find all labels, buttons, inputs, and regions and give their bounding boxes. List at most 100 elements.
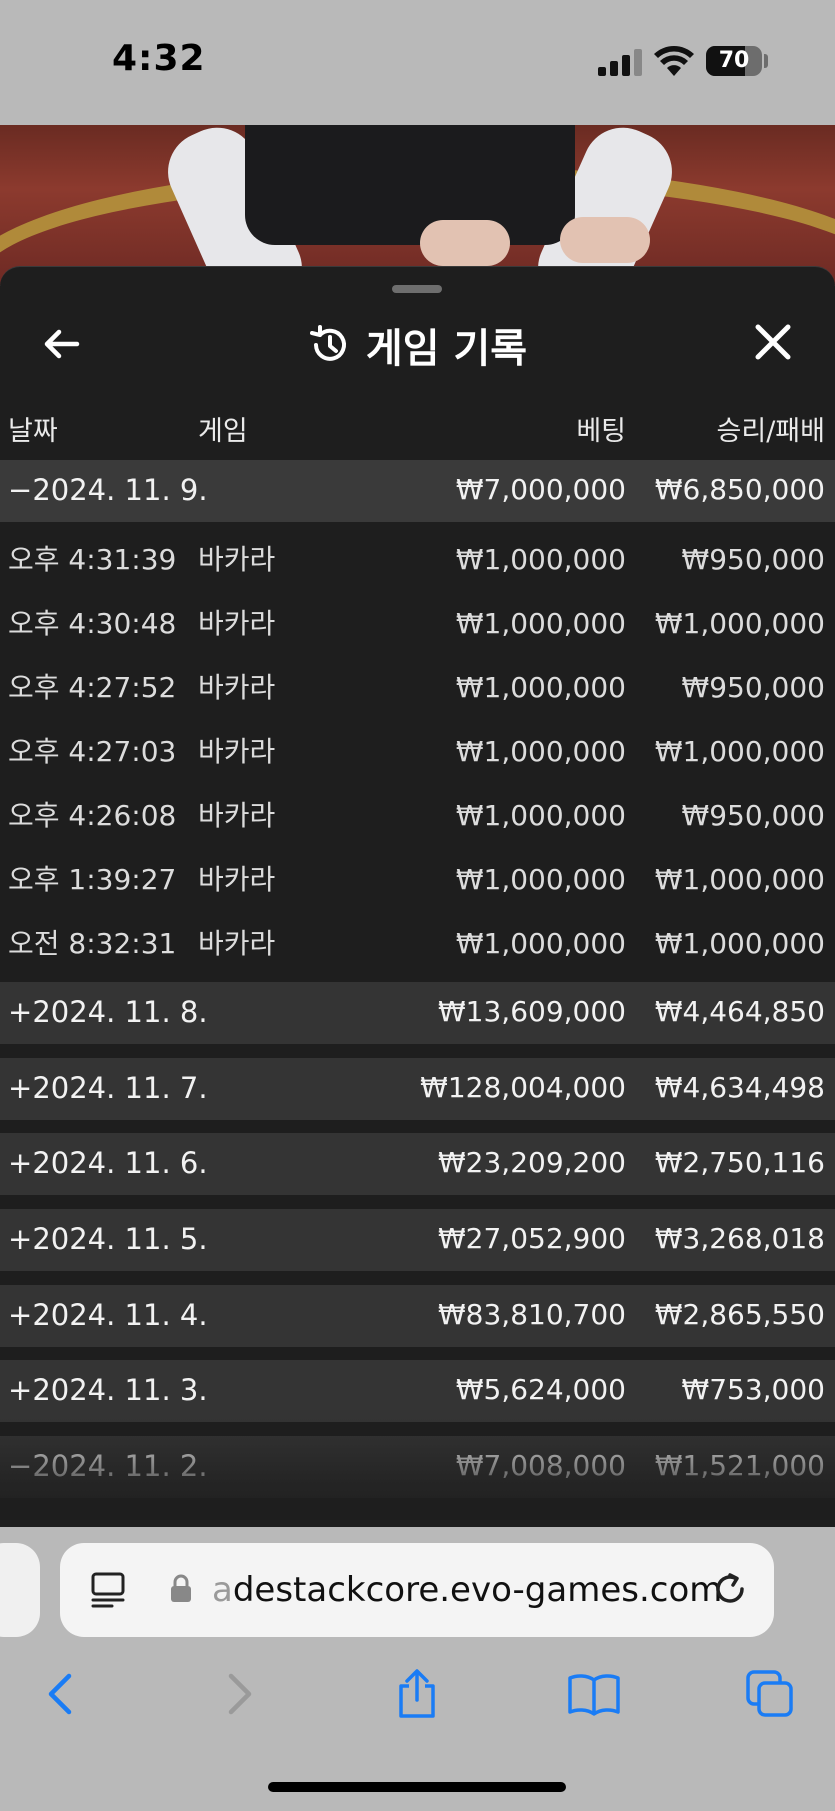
panel-title: 게임 기록 <box>365 326 528 372</box>
round-win: ₩950,000 <box>681 671 825 704</box>
round-game: 바카라 <box>198 543 276 576</box>
round-win: ₩950,000 <box>681 543 825 576</box>
date-group-row[interactable]: +2024. 11. 5. ₩27,052,900 ₩3,268,018 <box>0 1209 835 1271</box>
round-bet: ₩1,000,000 <box>455 799 626 832</box>
round-bet: ₩1,000,000 <box>455 735 626 768</box>
share-icon <box>399 1669 435 1718</box>
col-date: 날짜 <box>8 416 58 447</box>
date-group-label: −2024. 11. 2. <box>8 1449 208 1483</box>
table-row[interactable]: 오전 8:32:31 바카라 ₩1,000,000 ₩1,000,000 <box>0 914 835 974</box>
round-time: 오후 4:26:08 <box>8 799 177 832</box>
group-bet-total: ₩13,609,000 <box>437 995 626 1028</box>
round-game: 바카라 <box>198 607 276 640</box>
tabs-button[interactable] <box>740 1664 800 1724</box>
group-win-total: ₩753,000 <box>681 1373 825 1406</box>
round-time: 오후 4:31:39 <box>8 543 177 576</box>
round-bet: ₩1,000,000 <box>455 927 626 960</box>
round-game: 바카라 <box>198 671 276 704</box>
col-bet: 베팅 <box>576 416 626 447</box>
group-bet-total: ₩27,052,900 <box>437 1222 626 1255</box>
close-button[interactable] <box>748 317 798 367</box>
round-time: 오전 8:32:31 <box>8 927 177 960</box>
group-win-total: ₩4,634,498 <box>654 1071 825 1104</box>
round-time: 오후 4:30:48 <box>8 607 177 640</box>
table-row[interactable]: 오후 4:27:52 바카라 ₩1,000,000 ₩950,000 <box>0 658 835 718</box>
round-win: ₩1,000,000 <box>654 863 825 896</box>
live-video-feed <box>0 125 835 285</box>
round-time: 오후 1:39:27 <box>8 863 177 896</box>
round-game: 바카라 <box>198 799 276 832</box>
forward-nav-button[interactable] <box>210 1664 270 1724</box>
group-win-total: ₩1,521,000 <box>654 1449 825 1482</box>
previous-tab-preview[interactable] <box>0 1543 40 1637</box>
home-indicator <box>268 1782 566 1792</box>
round-bet: ₩1,000,000 <box>455 863 626 896</box>
wifi-icon <box>654 46 694 76</box>
round-game: 바카라 <box>198 735 276 768</box>
tabs-icon <box>746 1670 793 1717</box>
address-bar[interactable]: adestackcore.evo-games.com <box>60 1543 774 1637</box>
date-group-label: +2024. 11. 4. <box>8 1298 208 1332</box>
history-icon <box>309 325 346 361</box>
group-win-total: ₩3,268,018 <box>654 1222 825 1255</box>
round-win: ₩1,000,000 <box>654 607 825 640</box>
reload-icon[interactable] <box>710 1569 750 1609</box>
drag-handle[interactable] <box>392 285 442 293</box>
bookmarks-button[interactable] <box>564 1664 624 1724</box>
url-text[interactable]: adestackcore.evo-games.com <box>212 1543 722 1637</box>
status-bar: 4:32 70 <box>0 0 835 125</box>
table-row[interactable]: 오후 4:30:48 바카라 ₩1,000,000 ₩1,000,000 <box>0 594 835 654</box>
date-group-row[interactable]: +2024. 11. 4. ₩83,810,700 ₩2,865,550 <box>0 1285 835 1347</box>
table-row[interactable]: 오후 4:27:03 바카라 ₩1,000,000 ₩1,000,000 <box>0 722 835 782</box>
book-icon <box>568 1674 620 1716</box>
date-group-label: −2024. 11. 9. <box>8 473 208 507</box>
table-row[interactable]: 오후 4:31:39 바카라 ₩1,000,000 ₩950,000 <box>0 530 835 590</box>
group-bet-total: ₩83,810,700 <box>437 1298 626 1331</box>
close-icon <box>755 324 791 360</box>
reader-mode-icon[interactable] <box>90 1571 126 1609</box>
round-time: 오후 4:27:03 <box>8 735 177 768</box>
round-win: ₩1,000,000 <box>654 735 825 768</box>
date-group-label: +2024. 11. 6. <box>8 1146 208 1180</box>
table-row[interactable]: 오후 4:26:08 바카라 ₩1,000,000 ₩950,000 <box>0 786 835 846</box>
round-time: 오후 4:27:52 <box>8 671 177 704</box>
round-bet: ₩1,000,000 <box>455 671 626 704</box>
browser-toolbar <box>0 1650 835 1740</box>
date-group-row[interactable]: −2024. 11. 9. ₩7,000,000 ₩6,850,000 <box>0 460 835 522</box>
group-win-total: ₩4,464,850 <box>654 995 825 1028</box>
round-bet: ₩1,000,000 <box>455 543 626 576</box>
table-row[interactable]: 오후 1:39:27 바카라 ₩1,000,000 ₩1,000,000 <box>0 850 835 910</box>
date-group-row[interactable]: −2024. 11. 2. ₩7,008,000 ₩1,521,000 <box>0 1436 835 1498</box>
chevron-right-icon <box>228 1673 252 1715</box>
panel-header: 게임 기록 <box>0 315 835 375</box>
group-win-total: ₩2,750,116 <box>654 1146 825 1179</box>
date-group-row[interactable]: +2024. 11. 6. ₩23,209,200 ₩2,750,116 <box>0 1133 835 1195</box>
group-bet-total: ₩5,624,000 <box>455 1373 626 1406</box>
date-group-label: +2024. 11. 3. <box>8 1373 208 1407</box>
cellular-signal-icon <box>598 48 642 76</box>
group-win-total: ₩2,865,550 <box>654 1298 825 1331</box>
status-time: 4:32 <box>112 38 206 79</box>
round-bet: ₩1,000,000 <box>455 607 626 640</box>
date-group-row[interactable]: +2024. 11. 7. ₩128,004,000 ₩4,634,498 <box>0 1058 835 1120</box>
battery-percent: 70 <box>718 48 750 73</box>
group-bet-total: ₩128,004,000 <box>420 1071 626 1104</box>
col-game: 게임 <box>198 416 248 447</box>
share-button[interactable] <box>387 1664 447 1724</box>
date-group-row[interactable]: +2024. 11. 3. ₩5,624,000 ₩753,000 <box>0 1360 835 1422</box>
battery-icon: 70 <box>706 46 762 76</box>
date-group-row[interactable]: +2024. 11. 8. ₩13,609,000 ₩4,464,850 <box>0 982 835 1044</box>
round-win: ₩950,000 <box>681 799 825 832</box>
back-nav-button[interactable] <box>30 1664 90 1724</box>
game-history-panel: 게임 기록 날짜 게임 베팅 승리/패배 −2024. 11. 9. ₩7,00… <box>0 266 835 1527</box>
battery-tip <box>764 54 768 68</box>
date-group-label: +2024. 11. 8. <box>8 995 208 1029</box>
col-win-loss: 승리/패배 <box>716 416 825 447</box>
lock-icon <box>171 1574 191 1602</box>
group-bet-total: ₩7,000,000 <box>455 473 626 506</box>
group-bet-total: ₩23,209,200 <box>437 1146 626 1179</box>
date-group-label: +2024. 11. 5. <box>8 1222 208 1256</box>
date-group-label: +2024. 11. 7. <box>8 1071 208 1105</box>
round-win: ₩1,000,000 <box>654 927 825 960</box>
chevron-left-icon <box>48 1673 72 1715</box>
